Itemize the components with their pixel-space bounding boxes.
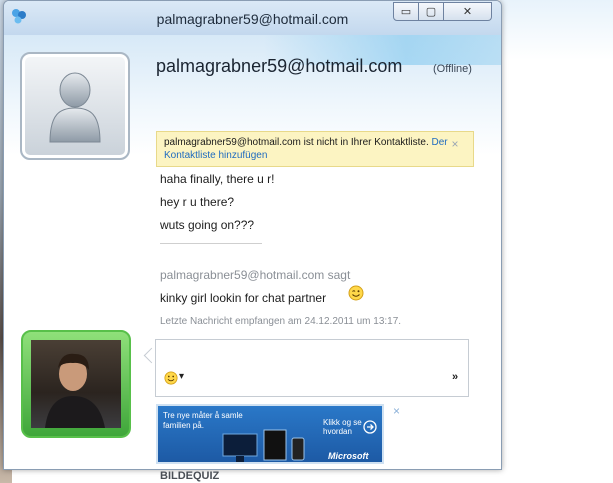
- infobar-text: palmagrabner59@hotmail.com ist nicht in …: [164, 137, 429, 148]
- devices-image: [222, 429, 305, 462]
- emoticon-button[interactable]: ▾: [164, 371, 186, 385]
- minimize-button[interactable]: ▭: [393, 2, 419, 21]
- desktop-background-glow: [500, 0, 613, 60]
- default-user-icon: [49, 72, 101, 143]
- person-photo-icon: [45, 353, 105, 428]
- message-separator: [160, 243, 262, 244]
- chevron-down-icon: ▾: [179, 371, 185, 382]
- close-button[interactable]: ✕: [444, 2, 492, 21]
- title-bar[interactable]: palmagrabner59@hotmail.com ▭ ▢ ✕: [4, 1, 501, 36]
- ad-cta: Klikk og se hvordan: [323, 418, 362, 436]
- infobar-close-icon[interactable]: ×: [449, 138, 461, 150]
- contact-status: (Offline): [433, 63, 472, 75]
- smiley-icon: [164, 371, 178, 385]
- advertisement-banner[interactable]: Tre nye måter å samle familien på. Klikk…: [156, 404, 384, 464]
- message-1: haha finally, there u r!: [160, 172, 275, 186]
- ad-close-icon[interactable]: ×: [393, 404, 400, 418]
- message-input[interactable]: [155, 339, 469, 397]
- contact-name: palmagrabner59@hotmail.com: [156, 56, 403, 76]
- last-received-timestamp: Letzte Nachricht empfangen am 24.12.2011…: [160, 316, 402, 327]
- message-3: wuts going on???: [160, 218, 255, 232]
- more-options-button[interactable]: »: [452, 371, 458, 383]
- maximize-button[interactable]: ▢: [419, 2, 444, 21]
- my-avatar[interactable]: [21, 330, 131, 438]
- arrow-circle-icon: [363, 420, 377, 434]
- sender-line: palmagrabner59@hotmail.com sagt: [160, 268, 351, 282]
- wink-emoticon-icon: [348, 285, 364, 301]
- incoming-message: kinky girl lookin for chat partner: [160, 291, 327, 305]
- my-avatar-photo: [31, 340, 121, 428]
- ad-brand: Microsoft: [328, 451, 369, 461]
- message-2: hey r u there?: [160, 195, 235, 209]
- footer-text: BILDEQUIZ: [160, 470, 220, 482]
- window-controls: ▭ ▢ ✕: [393, 2, 494, 22]
- contact-avatar[interactable]: [20, 52, 130, 160]
- not-in-contacts-infobar: palmagrabner59@hotmail.com ist nicht in …: [156, 131, 474, 167]
